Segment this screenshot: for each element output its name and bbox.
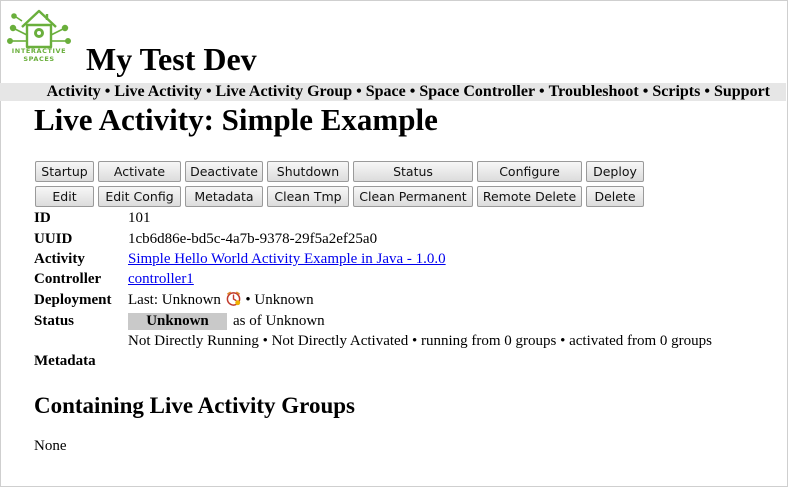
status-button[interactable]: Status bbox=[353, 161, 473, 182]
nav-separator: • bbox=[104, 83, 111, 100]
metadata-label: Metadata bbox=[34, 353, 96, 369]
nav-link-space[interactable]: Space bbox=[366, 83, 406, 100]
clean-tmp-button[interactable]: Clean Tmp bbox=[267, 186, 349, 207]
status-detail: Not Directly Running • Not Directly Acti… bbox=[128, 333, 712, 349]
activate-button[interactable]: Activate bbox=[98, 161, 181, 182]
out-of-date-clock-icon bbox=[226, 291, 241, 306]
status-label: Status bbox=[34, 313, 75, 329]
delete-button[interactable]: Delete bbox=[586, 186, 644, 207]
nav-link-scripts[interactable]: Scripts bbox=[652, 83, 700, 100]
nav-link-support[interactable]: Support bbox=[714, 83, 770, 100]
deployment-last: Last: Unknown bbox=[128, 292, 221, 308]
nav-separator: • bbox=[704, 83, 710, 100]
nav-separator: • bbox=[642, 83, 649, 100]
containing-groups-title: Containing Live Activity Groups bbox=[34, 393, 355, 418]
deployment-state: • Unknown bbox=[245, 292, 314, 308]
nav-separator: • bbox=[539, 83, 545, 100]
activity-value: Simple Hello World Activity Example in J… bbox=[128, 250, 446, 268]
uuid-value: 1cb6d86e-bd5c-4a7b-9378-29f5a2ef25a0 bbox=[128, 231, 378, 247]
nav-link-live-activity-group[interactable]: Live Activity Group bbox=[216, 83, 353, 100]
uuid-label: UUID bbox=[34, 231, 73, 247]
deployment-value: Last: Unknown • Unknown bbox=[128, 291, 314, 309]
nav-link-live-activity[interactable]: Live Activity bbox=[114, 83, 202, 100]
id-label: ID bbox=[34, 210, 51, 226]
controller-label: Controller bbox=[34, 271, 102, 287]
nav-link-space-controller[interactable]: Space Controller bbox=[419, 83, 535, 100]
edit-button[interactable]: Edit bbox=[35, 186, 94, 207]
status-badge: Unknown bbox=[128, 313, 227, 330]
app-title: My Test Dev bbox=[86, 41, 257, 77]
clean-permanent-button[interactable]: Clean Permanent bbox=[353, 186, 473, 207]
remote-delete-button[interactable]: Remote Delete bbox=[477, 186, 582, 207]
page-title: Live Activity: Simple Example bbox=[34, 102, 438, 137]
logo-text-line2: SPACES bbox=[23, 55, 55, 63]
deploy-button[interactable]: Deploy bbox=[586, 161, 644, 182]
startup-button[interactable]: Startup bbox=[35, 161, 94, 182]
nav-separator: • bbox=[356, 83, 362, 100]
logo-text-line1: INTERACTIVE bbox=[11, 47, 67, 55]
nav-link-activity[interactable]: Activity bbox=[47, 83, 101, 100]
main-nav: Activity • Live Activity • Live Activity Gro… bbox=[47, 82, 770, 102]
metadata-button[interactable]: Metadata bbox=[185, 186, 263, 207]
nav-separator: • bbox=[205, 83, 212, 100]
controller-link[interactable]: controller1 bbox=[128, 271, 194, 287]
controller-value: controller1 bbox=[128, 270, 194, 288]
status-as-of: as of Unknown bbox=[233, 313, 325, 329]
id-value: 101 bbox=[128, 210, 151, 226]
activity-label: Activity bbox=[34, 251, 85, 267]
deployment-label: Deployment bbox=[34, 292, 112, 308]
nav-separator: • bbox=[409, 83, 416, 100]
activity-link[interactable]: Simple Hello World Activity Example in J… bbox=[128, 251, 446, 267]
nav-link-troubleshoot[interactable]: Troubleshoot bbox=[549, 83, 639, 100]
configure-button[interactable]: Configure bbox=[477, 161, 582, 182]
shutdown-button[interactable]: Shutdown bbox=[267, 161, 349, 182]
containing-groups-empty: None bbox=[34, 438, 67, 454]
deactivate-button[interactable]: Deactivate bbox=[185, 161, 263, 182]
edit-config-button[interactable]: Edit Config bbox=[98, 186, 181, 207]
